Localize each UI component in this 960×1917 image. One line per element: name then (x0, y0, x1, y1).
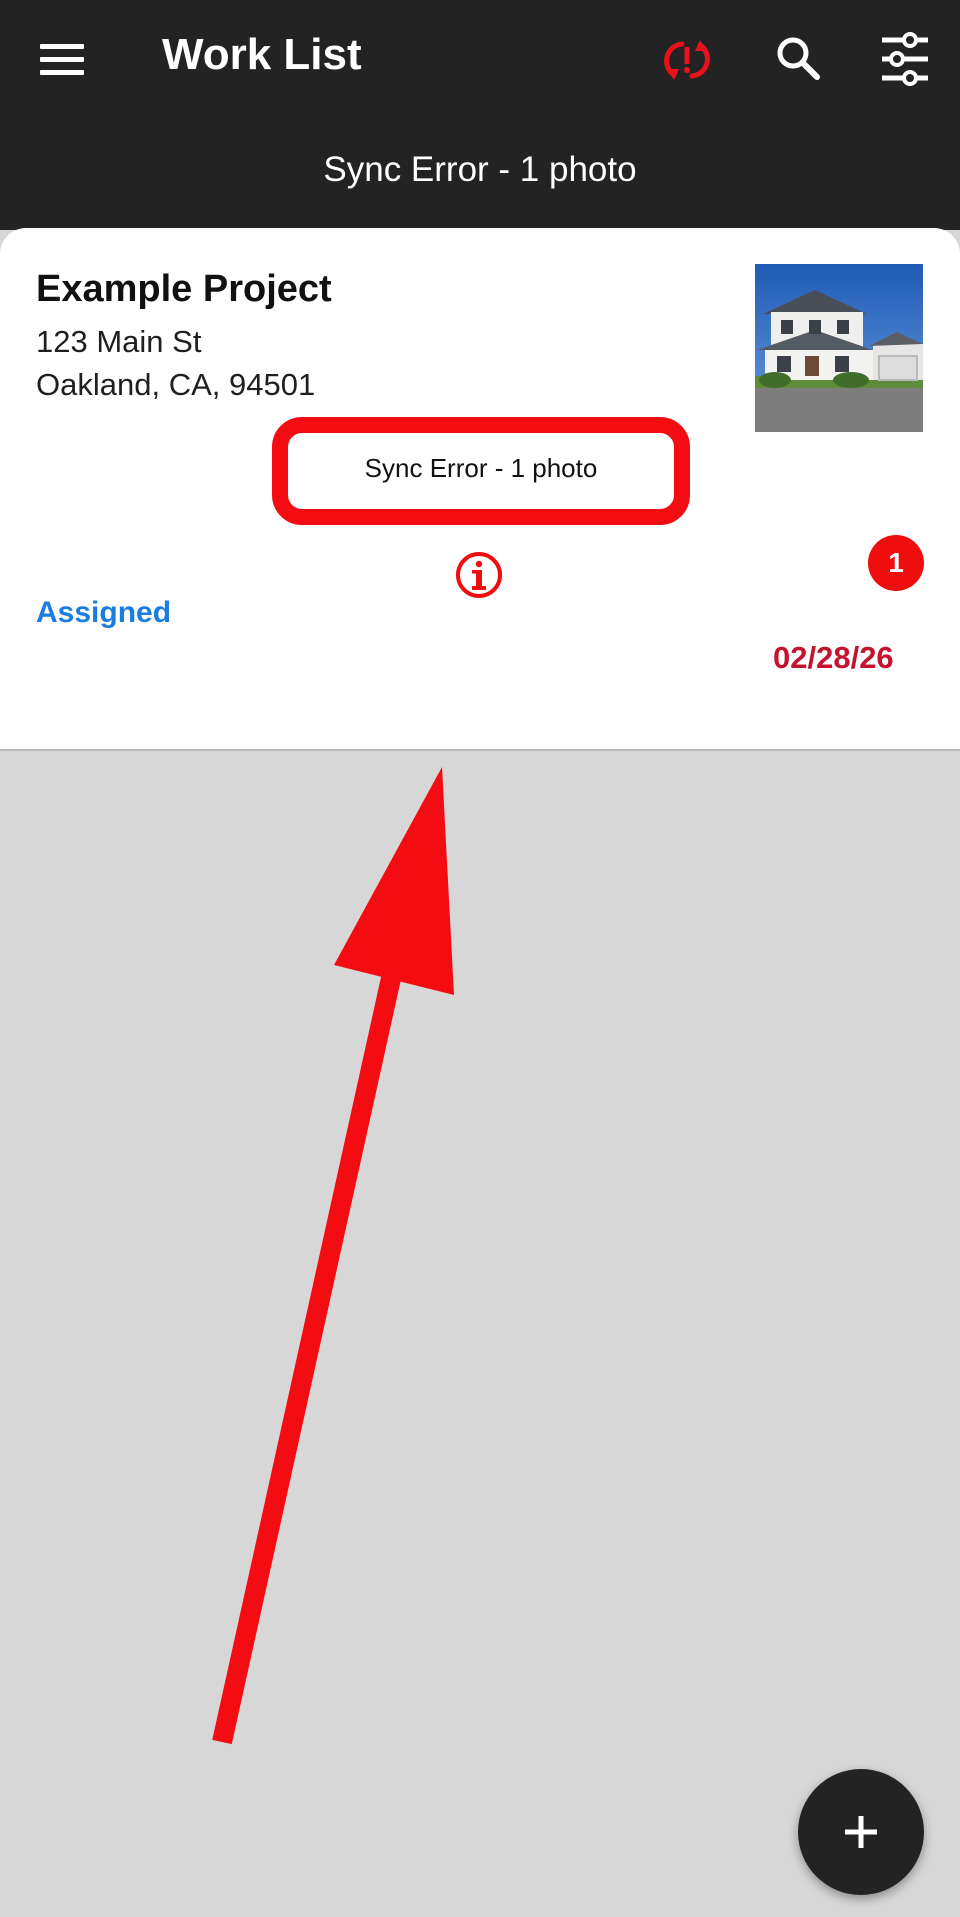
page-title: Work List (162, 30, 362, 79)
info-icon[interactable] (454, 550, 504, 600)
status-label: Assigned (36, 596, 172, 629)
plus-icon (845, 1816, 877, 1848)
project-thumbnail[interactable] (755, 264, 923, 432)
project-title: Example Project (36, 268, 332, 310)
app-bar: Work List Sync Error - 1 photo (0, 0, 960, 230)
address-line2: Oakland, CA, 94501 (36, 367, 316, 402)
address-line1: 123 Main St (36, 324, 202, 359)
filter-sliders-icon[interactable] (880, 32, 930, 86)
sync-error-message[interactable]: Sync Error - 1 photo (272, 453, 690, 484)
search-icon[interactable] (774, 34, 822, 82)
sync-error-banner[interactable]: Sync Error - 1 photo (0, 150, 960, 190)
add-button[interactable] (798, 1769, 924, 1895)
due-date: 02/28/26 (773, 640, 894, 675)
menu-icon[interactable] (40, 40, 86, 80)
sync-error-icon[interactable] (662, 35, 712, 85)
notification-badge: 1 (868, 535, 924, 591)
